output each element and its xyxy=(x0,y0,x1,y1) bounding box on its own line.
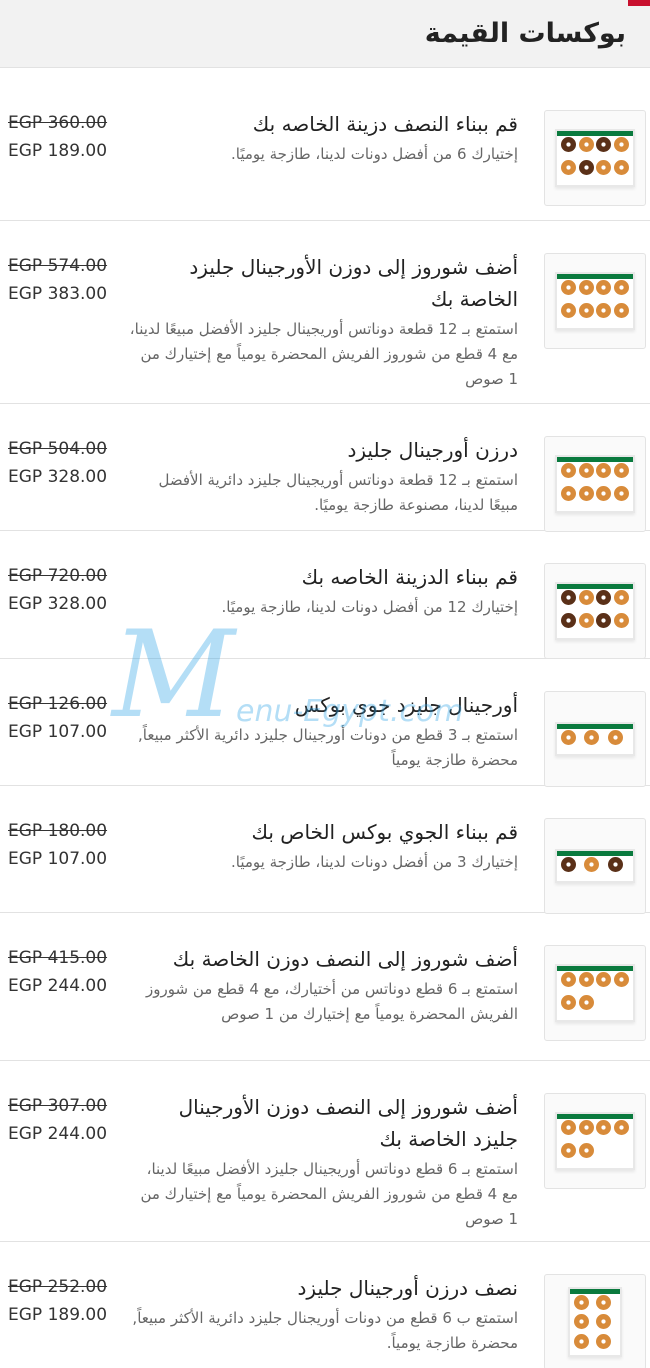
sale-price: EGP 328.00 xyxy=(8,467,108,487)
product-title: نصف درزن أورجينال جليزد xyxy=(297,1276,519,1300)
list-item[interactable]: نصف درزن أورجينال جليزد استمتع ب 6 قطع م… xyxy=(0,1242,650,1368)
product-title: أضف شوروز إلى النصف دوزن الخاصة بك xyxy=(172,947,518,971)
product-description: إختيارك 3 من أفضل دونات لدينا، طازجة يوم… xyxy=(230,853,518,871)
product-title: قم ببناء الدزينة الخاصه بك xyxy=(301,565,518,589)
sale-price: EGP 328.00 xyxy=(8,594,108,614)
product-description: استمتع بـ 12 قطعة دوناتس أوريجينال جليزد… xyxy=(129,320,518,388)
original-price: EGP 574.00 xyxy=(8,256,108,276)
sale-price: EGP 107.00 xyxy=(8,722,108,742)
product-description: استمتع ب 6 قطع من دونات أوريجنال جليزد د… xyxy=(132,1309,518,1352)
sale-price: EGP 244.00 xyxy=(8,1124,108,1144)
list-item[interactable]: قم ببناء الجوي بوكس الخاص بك إختيارك 3 م… xyxy=(0,786,650,914)
product-image[interactable] xyxy=(544,1274,646,1368)
watermark-text: enu-Egypt.com xyxy=(236,694,464,729)
product-image[interactable] xyxy=(544,110,646,206)
product-image[interactable] xyxy=(544,1093,646,1189)
product-title: أضف شوروز إلى دوزن الأورجينال جليزد الخا… xyxy=(189,255,518,311)
product-image[interactable] xyxy=(544,945,646,1041)
page-title: بوكسات القيمة xyxy=(424,18,626,49)
sale-price: EGP 107.00 xyxy=(8,849,108,869)
list-item[interactable]: قم ببناء النصف دزينة الخاصه بك إختيارك 6… xyxy=(0,78,650,221)
product-description: استمتع بـ 6 قطع دوناتس أوريجينال جليزد ا… xyxy=(140,1160,518,1228)
page-header: بوكسات القيمة xyxy=(0,0,650,68)
product-description: استمتع بـ 6 قطع دوناتس من أختيارك، مع 4 … xyxy=(146,980,518,1023)
list-item[interactable]: أضف شوروز إلى النصف دوزن الخاصة بك استمت… xyxy=(0,913,650,1061)
product-title: درزن أورجينال جليزد xyxy=(347,438,518,462)
product-image[interactable] xyxy=(544,436,646,532)
product-title: قم ببناء النصف دزينة الخاصه بك xyxy=(252,112,518,136)
original-price: EGP 360.00 xyxy=(8,113,108,133)
list-item[interactable]: أضف شوروز إلى النصف دوزن الأورجينال جليز… xyxy=(0,1061,650,1242)
header-accent xyxy=(628,0,650,6)
product-description: استمتع بـ 12 قطعة دوناتس أوريجينال جليزد… xyxy=(158,471,518,514)
original-price: EGP 504.00 xyxy=(8,439,108,459)
list-item[interactable]: درزن أورجينال جليزد استمتع بـ 12 قطعة دو… xyxy=(0,404,650,532)
sale-price: EGP 189.00 xyxy=(8,1305,108,1325)
original-price: EGP 415.00 xyxy=(8,948,108,968)
sale-price: EGP 244.00 xyxy=(8,976,108,996)
product-title: أضف شوروز إلى النصف دوزن الأورجينال جليز… xyxy=(178,1095,518,1151)
original-price: EGP 252.00 xyxy=(8,1277,108,1297)
original-price: EGP 126.00 xyxy=(8,694,108,714)
original-price: EGP 307.00 xyxy=(8,1096,108,1116)
original-price: EGP 720.00 xyxy=(8,566,108,586)
product-image[interactable] xyxy=(544,691,646,787)
product-description: إختيارك 6 من أفضل دونات لدينا، طازجة يوم… xyxy=(230,145,518,163)
watermark-logo: M xyxy=(112,606,235,745)
product-image[interactable] xyxy=(544,563,646,659)
product-title: قم ببناء الجوي بوكس الخاص بك xyxy=(251,820,518,844)
sale-price: EGP 189.00 xyxy=(8,141,108,161)
list-item[interactable]: أضف شوروز إلى دوزن الأورجينال جليزد الخا… xyxy=(0,221,650,404)
product-image[interactable] xyxy=(544,253,646,349)
list-item[interactable]: قم ببناء الدزينة الخاصه بك إختيارك 12 من… xyxy=(0,531,650,659)
original-price: EGP 180.00 xyxy=(8,821,108,841)
sale-price: EGP 383.00 xyxy=(8,284,108,304)
product-image[interactable] xyxy=(544,818,646,914)
